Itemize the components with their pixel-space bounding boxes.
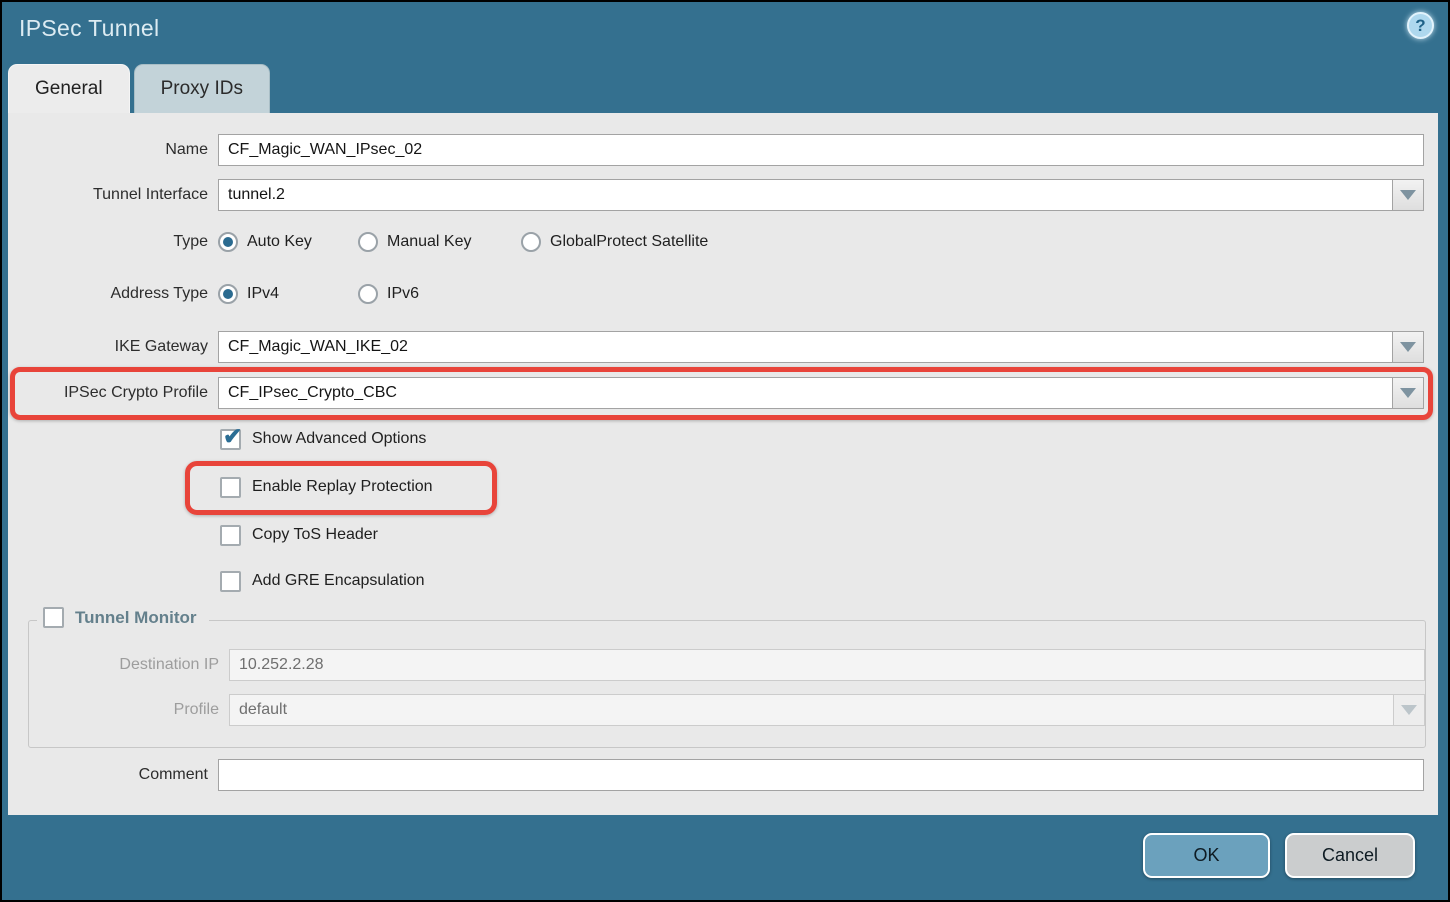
dialog-title-bar: IPSec Tunnel ? (2, 2, 1448, 62)
ipsec-crypto-profile-row: IPSec Crypto Profile (8, 377, 1424, 409)
name-input[interactable] (218, 134, 1424, 166)
profile-row: Profile (47, 694, 1425, 726)
type-option-globalprotect-satellite[interactable]: GlobalProtect Satellite (521, 232, 708, 252)
ipsec-crypto-profile-dropdown-button[interactable] (1393, 377, 1424, 409)
radio-label: IPv6 (387, 285, 419, 303)
dialog-title: IPSec Tunnel (19, 15, 159, 42)
profile-input (229, 694, 1394, 726)
radio-icon (218, 284, 238, 304)
address-type-row: Address Type IPv4 IPv6 (8, 282, 419, 306)
tunnel-monitor-toggle[interactable]: Tunnel Monitor (37, 607, 209, 628)
tunnel-interface-dropdown-button[interactable] (1393, 179, 1424, 211)
destination-ip-input (229, 649, 1425, 681)
type-row: Type Auto Key Manual Key GlobalProtect S… (8, 230, 708, 254)
checkbox-icon (220, 525, 241, 546)
tab-bar: General Proxy IDs (8, 64, 270, 113)
radio-icon (521, 232, 541, 252)
destination-ip-row: Destination IP (47, 649, 1425, 681)
name-field (218, 134, 1424, 166)
chevron-down-icon (1400, 388, 1416, 398)
type-option-manual-key[interactable]: Manual Key (358, 232, 521, 252)
radio-label: Auto Key (247, 233, 312, 251)
profile-label: Profile (47, 701, 229, 719)
comment-input[interactable] (218, 759, 1424, 791)
help-icon[interactable]: ? (1407, 12, 1434, 39)
destination-ip-label: Destination IP (47, 656, 229, 674)
profile-field (229, 694, 1425, 726)
tab-proxy-ids[interactable]: Proxy IDs (134, 64, 270, 113)
radio-label: Manual Key (387, 233, 472, 251)
name-row: Name (8, 134, 1424, 166)
checkbox-icon (220, 571, 241, 592)
tunnel-monitor-label: Tunnel Monitor (75, 608, 197, 628)
type-option-auto-key[interactable]: Auto Key (218, 232, 358, 252)
radio-icon (218, 232, 238, 252)
ike-gateway-input[interactable] (218, 331, 1393, 363)
address-type-label: Address Type (8, 285, 218, 303)
ike-gateway-field (218, 331, 1424, 363)
checkbox-enable-replay-protection[interactable]: Enable Replay Protection (220, 474, 433, 500)
radio-label: IPv4 (247, 285, 279, 303)
checkbox-icon (220, 477, 241, 498)
checkbox-show-advanced-options[interactable]: Show Advanced Options (220, 426, 426, 452)
address-type-option-ipv4[interactable]: IPv4 (218, 284, 358, 304)
chevron-down-icon (1400, 342, 1416, 352)
checkbox-icon (43, 607, 64, 628)
checkbox-copy-tos-header[interactable]: Copy ToS Header (220, 522, 378, 548)
checkbox-label: Enable Replay Protection (252, 478, 433, 496)
tunnel-interface-row: Tunnel Interface (8, 179, 1424, 211)
name-label: Name (8, 141, 218, 159)
ok-button[interactable]: OK (1143, 833, 1270, 878)
chevron-down-icon (1401, 705, 1417, 715)
tunnel-interface-field (218, 179, 1424, 211)
profile-dropdown-button (1394, 694, 1425, 726)
ipsec-crypto-profile-input[interactable] (218, 377, 1393, 409)
ipsec-crypto-profile-label: IPSec Crypto Profile (8, 384, 218, 402)
checkbox-label: Show Advanced Options (252, 430, 426, 448)
chevron-down-icon (1400, 190, 1416, 200)
checkbox-label: Copy ToS Header (252, 526, 378, 544)
tunnel-interface-input[interactable] (218, 179, 1393, 211)
address-type-option-ipv6[interactable]: IPv6 (358, 284, 419, 304)
ike-gateway-row: IKE Gateway (8, 331, 1424, 363)
checkbox-icon (220, 429, 241, 450)
comment-label: Comment (8, 766, 218, 784)
checkbox-label: Add GRE Encapsulation (252, 572, 425, 590)
destination-ip-field (229, 649, 1425, 681)
comment-row: Comment (8, 759, 1424, 791)
ike-gateway-label: IKE Gateway (8, 338, 218, 356)
general-tab-panel: Name Tunnel Interface Type Auto Key (8, 113, 1438, 815)
ipsec-crypto-profile-field (218, 377, 1424, 409)
radio-icon (358, 232, 378, 252)
tunnel-interface-label: Tunnel Interface (8, 186, 218, 204)
radio-icon (358, 284, 378, 304)
type-label: Type (8, 233, 218, 251)
ipsec-tunnel-dialog: IPSec Tunnel ? General Proxy IDs Name Tu… (2, 2, 1448, 900)
tunnel-monitor-fieldset: Tunnel Monitor Destination IP Profile (28, 620, 1426, 748)
cancel-button[interactable]: Cancel (1285, 833, 1415, 878)
checkbox-add-gre-encapsulation[interactable]: Add GRE Encapsulation (220, 568, 425, 594)
comment-field (218, 759, 1424, 791)
tab-general[interactable]: General (8, 64, 130, 113)
radio-label: GlobalProtect Satellite (550, 233, 708, 251)
ike-gateway-dropdown-button[interactable] (1393, 331, 1424, 363)
